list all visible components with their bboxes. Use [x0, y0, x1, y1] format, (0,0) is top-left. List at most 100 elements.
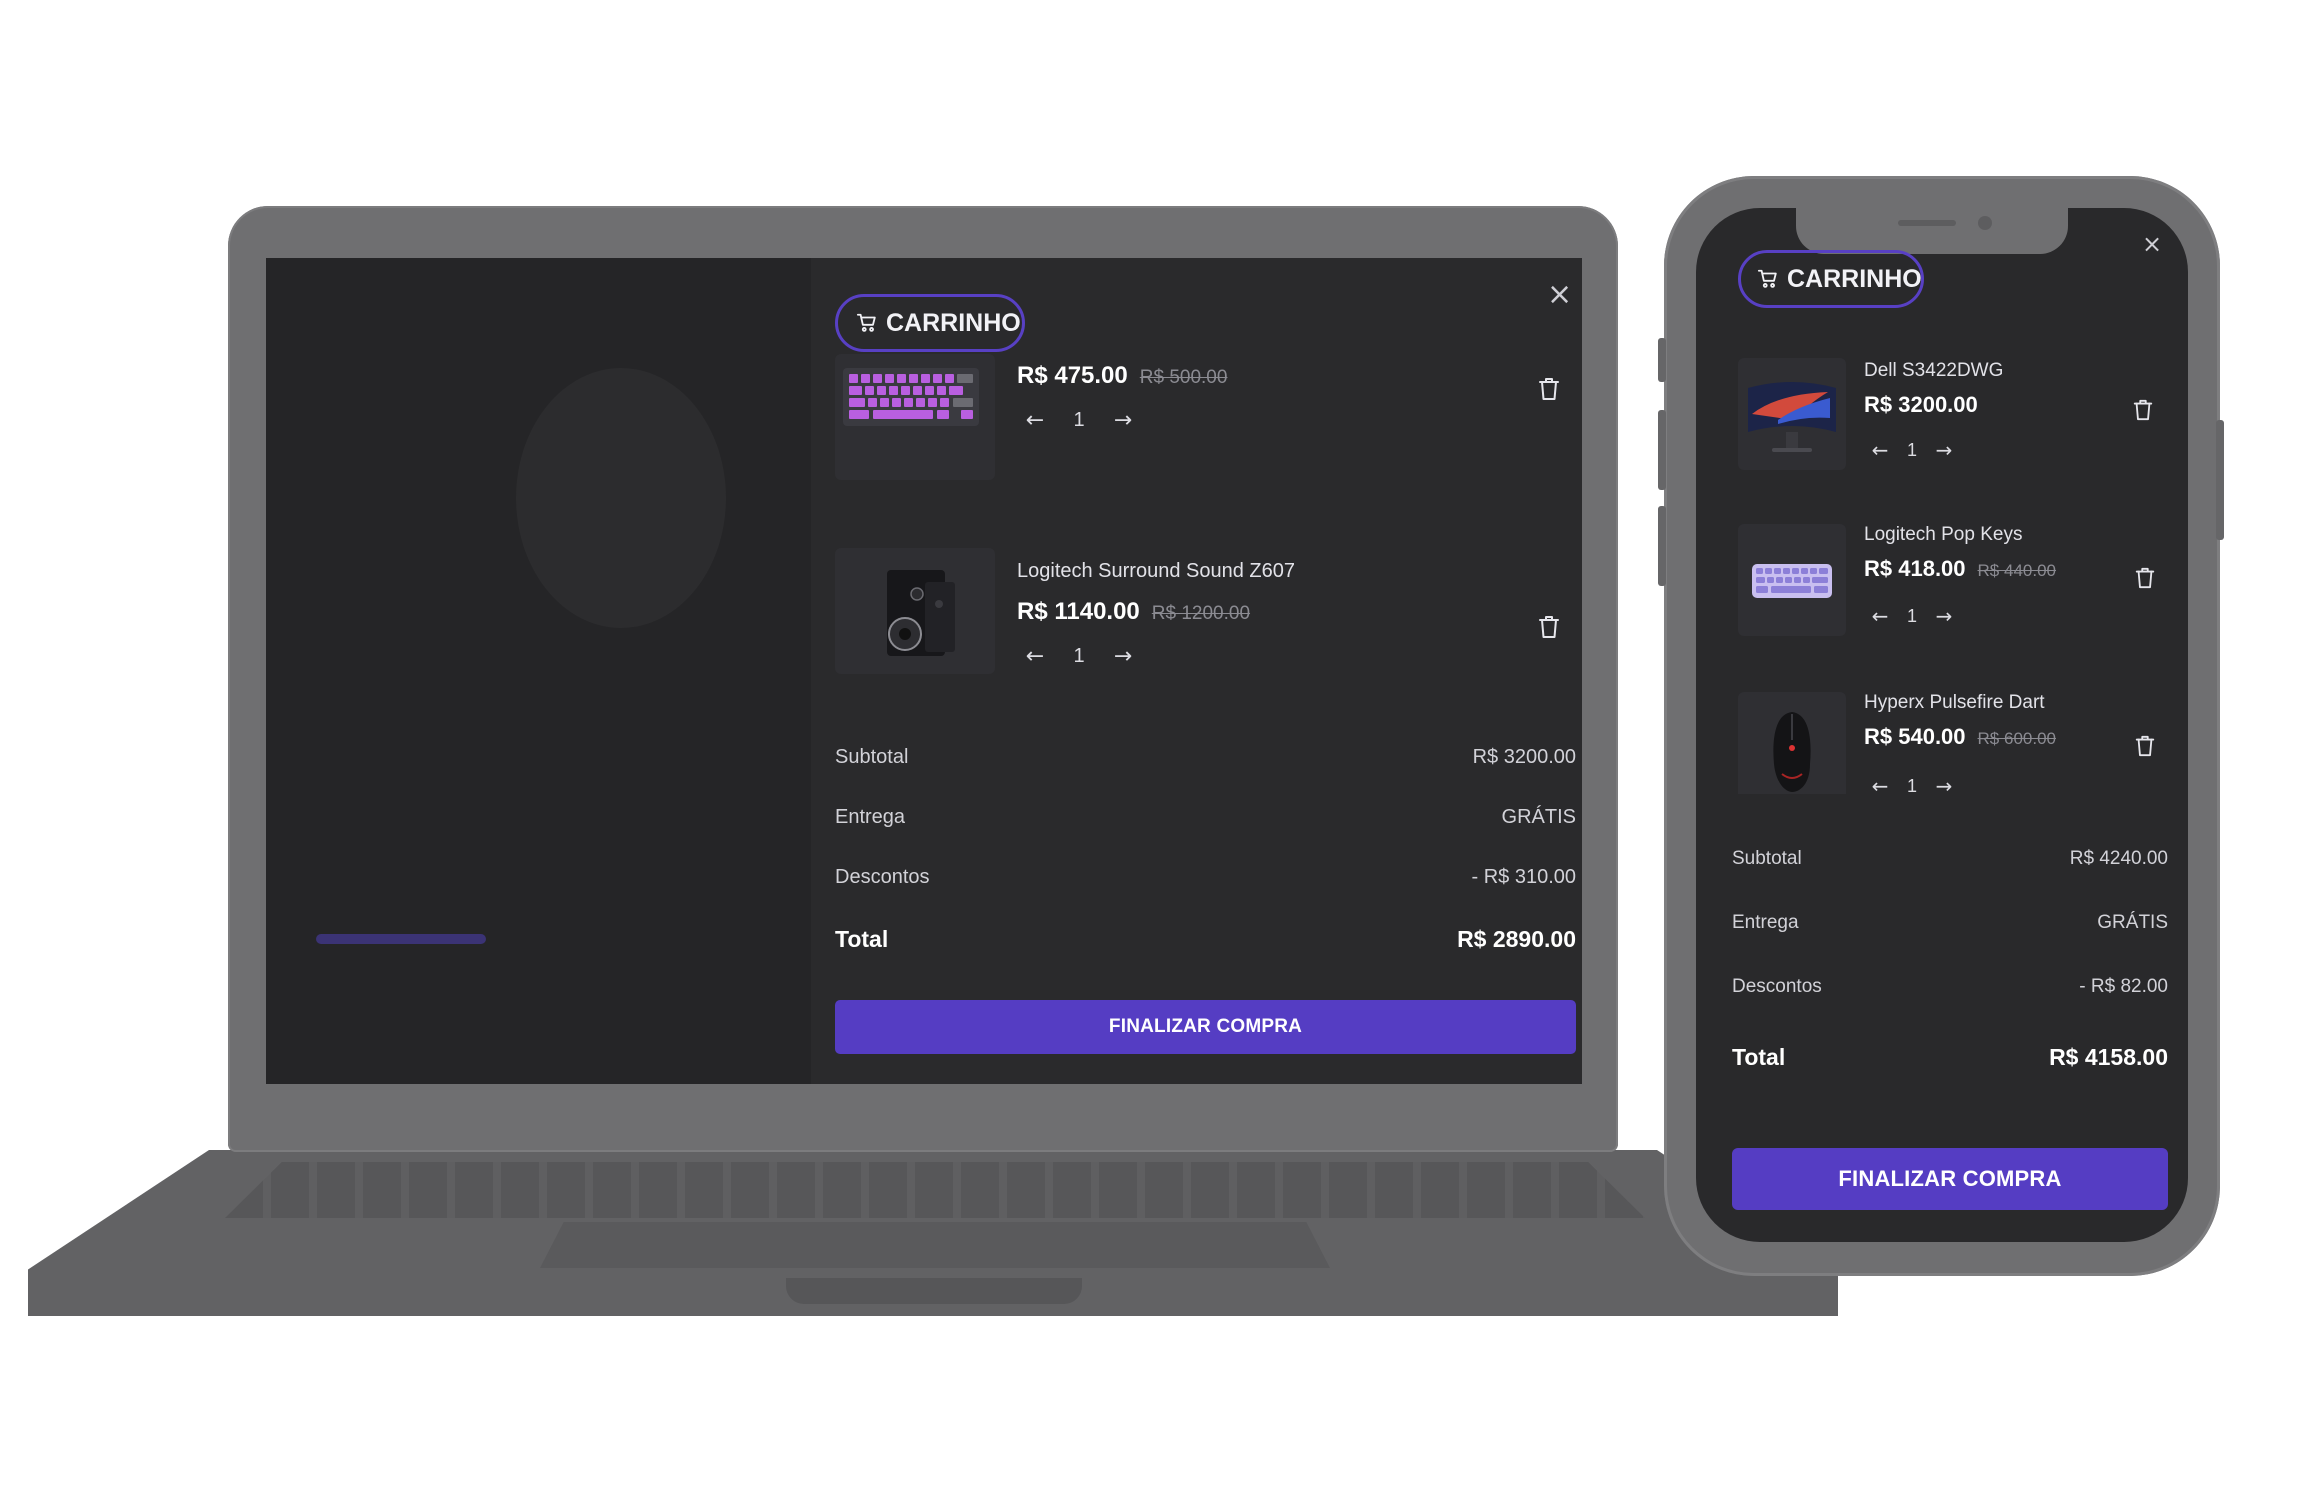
cart-item: Hyperx Pulsefire Dart R$ 540.00 R$ 600.0… — [1738, 692, 2168, 794]
keyboard-image — [1752, 564, 1832, 598]
discount-label: Descontos — [1732, 976, 1822, 997]
total-row: Total R$ 2890.00 — [835, 926, 1576, 953]
delivery-row: Entrega GRÁTIS — [1732, 912, 2168, 934]
total-row: Total R$ 4158.00 — [1732, 1044, 2168, 1071]
quantity-stepper: ← 1 → — [1864, 438, 1960, 462]
quantity-stepper: ← 1 → — [1864, 604, 1960, 628]
item-price: R$ 418.00 — [1864, 556, 1966, 581]
cart-item: Logitech Pop Keys R$ 418.00 R$ 440.00 ← … — [1738, 524, 2168, 654]
decrease-quantity-button[interactable]: ← — [1864, 438, 1896, 462]
discount-value: - R$ 82.00 — [2079, 976, 2168, 997]
item-price: R$ 540.00 — [1864, 724, 1966, 749]
price-row: R$ 3200.00 — [1864, 392, 1978, 418]
quantity-value: 1 — [1906, 775, 1917, 795]
total-label: Total — [835, 926, 889, 952]
blurred-button — [316, 934, 486, 944]
cart-item: R$ 475.00 R$ 500.00 ← 1 → — [835, 354, 1576, 494]
trash-icon[interactable] — [1537, 614, 1561, 640]
subtotal-row: Subtotal R$ 4240.00 — [1732, 848, 2168, 870]
speaker-image — [887, 570, 955, 656]
product-thumbnail — [1738, 692, 1846, 794]
decrease-quantity-button[interactable]: ← — [1013, 408, 1057, 433]
subtotal-row: Subtotal R$ 3200.00 — [835, 746, 1576, 769]
total-value: R$ 4158.00 — [2049, 1044, 2168, 1070]
increase-quantity-button[interactable]: → — [1101, 644, 1145, 669]
phone-volume-down-button — [1658, 506, 1666, 586]
trash-icon[interactable] — [2134, 734, 2156, 758]
item-old-price: R$ 600.00 — [1977, 729, 2056, 748]
laptop-trackpad — [540, 1222, 1330, 1268]
item-name: Logitech Surround Sound Z607 — [1017, 560, 1295, 582]
quantity-value: 1 — [1073, 645, 1085, 667]
laptop-hinge-notch — [786, 1278, 1082, 1304]
cart-drawer: CARRINHO × R$ 475.00 R$ 500.00 ← 1 → Log… — [811, 258, 1582, 1084]
subtotal-value: R$ 4240.00 — [2069, 848, 2168, 869]
discount-row: Descontos - R$ 82.00 — [1732, 976, 2168, 998]
phone-side-button — [1658, 338, 1666, 382]
cart-title-badge: CARRINHO — [835, 294, 1025, 352]
product-thumbnail — [835, 548, 995, 674]
quantity-stepper: ← 1 → — [1013, 644, 1145, 669]
quantity-value: 1 — [1906, 605, 1917, 626]
product-thumbnail — [1738, 358, 1846, 470]
quantity-stepper: ← 1 → — [1864, 774, 1960, 794]
blurred-headset-image — [516, 368, 726, 628]
trash-icon[interactable] — [2134, 566, 2156, 590]
cart-title-badge: CARRINHO — [1738, 250, 1924, 308]
cart-icon — [1757, 269, 1777, 288]
decrease-quantity-button[interactable]: ← — [1864, 604, 1896, 628]
increase-quantity-button[interactable]: → — [1101, 408, 1145, 433]
discount-row: Descontos - R$ 310.00 — [835, 866, 1576, 889]
discount-value: - R$ 310.00 — [1471, 866, 1576, 888]
checkout-button[interactable]: FINALIZAR COMPRA — [1732, 1148, 2168, 1210]
laptop-keyboard — [225, 1162, 1645, 1218]
quantity-value: 1 — [1073, 409, 1085, 431]
cart-title: CARRINHO — [1787, 264, 1922, 293]
blurred-store-backdrop — [266, 258, 811, 1084]
phone-screen: CARRINHO × Dell S3422DWG R$ 3200.00 ← 1 … — [1696, 208, 2188, 1242]
item-name: Logitech Pop Keys — [1864, 524, 2023, 545]
item-old-price: R$ 440.00 — [1977, 561, 2056, 580]
phone-speaker — [1898, 220, 1956, 226]
laptop-screen: CARRINHO × R$ 475.00 R$ 500.00 ← 1 → Log… — [266, 258, 1582, 1084]
subtotal-label: Subtotal — [1732, 848, 1802, 869]
increase-quantity-button[interactable]: → — [1928, 604, 1960, 628]
price-row: R$ 475.00 R$ 500.00 — [1017, 362, 1227, 390]
increase-quantity-button[interactable]: → — [1928, 438, 1960, 462]
trash-icon[interactable] — [2132, 398, 2154, 422]
mouse-image — [1773, 712, 1811, 792]
item-price: R$ 475.00 — [1017, 362, 1128, 389]
total-label: Total — [1732, 1044, 1786, 1070]
delivery-label: Entrega — [1732, 912, 1799, 933]
close-icon[interactable]: × — [1547, 280, 1572, 310]
delivery-row: Entrega GRÁTIS — [835, 806, 1576, 829]
close-icon[interactable]: × — [2142, 232, 2162, 256]
keyboard-image — [843, 368, 979, 426]
increase-quantity-button[interactable]: → — [1928, 774, 1960, 794]
item-old-price: R$ 1200.00 — [1151, 603, 1251, 624]
price-row: R$ 540.00 R$ 600.00 — [1864, 724, 2056, 750]
price-row: R$ 1140.00 R$ 1200.00 — [1017, 598, 1250, 626]
checkout-button[interactable]: FINALIZAR COMPRA — [835, 1000, 1576, 1054]
trash-icon[interactable] — [1537, 376, 1561, 402]
cart-icon — [856, 313, 876, 332]
discount-label: Descontos — [835, 866, 930, 888]
item-name: Dell S3422DWG — [1864, 360, 2004, 381]
subtotal-value: R$ 3200.00 — [1472, 746, 1576, 768]
delivery-label: Entrega — [835, 806, 906, 828]
phone-power-button — [2216, 420, 2224, 540]
cart-item: Logitech Surround Sound Z607 R$ 1140.00 … — [835, 548, 1576, 688]
item-price: R$ 1140.00 — [1017, 598, 1140, 625]
decrease-quantity-button[interactable]: ← — [1013, 644, 1057, 669]
phone-camera — [1978, 216, 1992, 230]
quantity-stepper: ← 1 → — [1013, 408, 1145, 433]
price-row: R$ 418.00 R$ 440.00 — [1864, 556, 2056, 582]
phone-volume-up-button — [1658, 410, 1666, 490]
product-thumbnail — [835, 354, 995, 480]
product-thumbnail — [1738, 524, 1846, 636]
decrease-quantity-button[interactable]: ← — [1864, 774, 1896, 794]
cart-title: CARRINHO — [886, 308, 1021, 337]
item-price: R$ 3200.00 — [1864, 392, 1978, 417]
quantity-value: 1 — [1906, 439, 1917, 460]
delivery-value: GRÁTIS — [1501, 806, 1576, 828]
